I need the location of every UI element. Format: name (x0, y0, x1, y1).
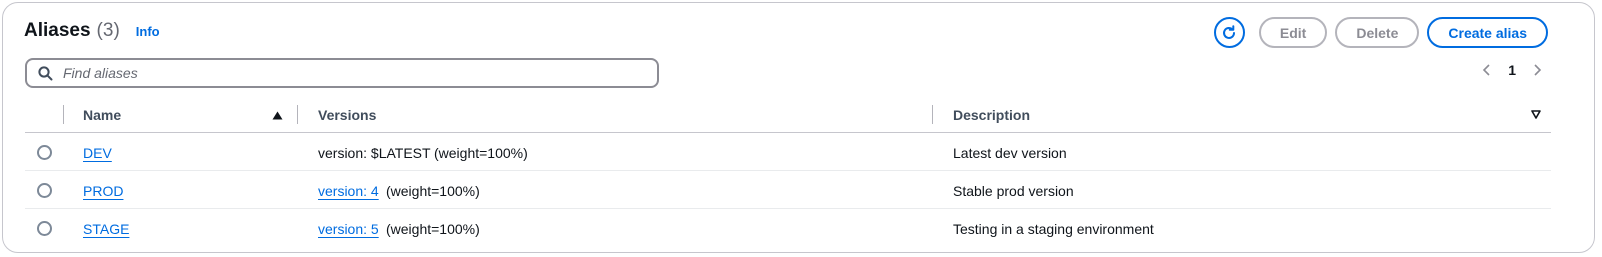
pagination: 1 (1482, 62, 1542, 78)
header-actions: Edit Delete Create alias (1213, 17, 1548, 48)
column-header-versions[interactable]: Versions (318, 107, 376, 123)
row-select-radio[interactable] (37, 221, 52, 236)
column-header-description[interactable]: Description (953, 107, 1030, 123)
refresh-icon (1223, 24, 1236, 39)
sort-toggle-icon[interactable] (1531, 110, 1541, 119)
alias-description: Stable prod version (953, 183, 1074, 199)
page-title: Aliases (24, 20, 91, 41)
alias-name-link[interactable]: PROD (83, 183, 123, 199)
create-alias-button[interactable]: Create alias (1427, 17, 1548, 48)
version-weight: (weight=100%) (386, 183, 480, 199)
table-header: Name Versions Description (25, 101, 1551, 133)
alias-name-link[interactable]: STAGE (83, 221, 129, 237)
search-icon (38, 65, 53, 80)
column-divider (63, 105, 64, 124)
column-header-name[interactable]: Name (83, 107, 121, 123)
panel-header: Aliases (3) Info (24, 20, 160, 42)
delete-button[interactable]: Delete (1335, 17, 1420, 48)
current-page-button[interactable]: 1 (1508, 62, 1516, 78)
version-weight: (weight=100%) (434, 145, 528, 161)
table-row: DEV version: $LATEST (weight=100%) Lates… (25, 133, 1551, 171)
alias-name-link[interactable]: DEV (83, 145, 112, 161)
table-row: PROD version: 4 (weight=100%) Stable pro… (25, 171, 1551, 209)
version-link[interactable]: version: 5 (318, 221, 379, 237)
row-select-radio[interactable] (37, 145, 52, 160)
column-divider (932, 105, 933, 124)
edit-button[interactable]: Edit (1258, 17, 1328, 48)
chevron-right-icon[interactable] (1532, 63, 1542, 77)
alias-description: Testing in a staging environment (953, 221, 1154, 237)
version-link[interactable]: version: 4 (318, 183, 379, 199)
search-input[interactable] (63, 65, 623, 81)
search-box (25, 58, 659, 88)
version-weight: (weight=100%) (386, 221, 480, 237)
table-row: STAGE version: 5 (weight=100%) Testing i… (25, 209, 1551, 247)
aliases-panel: Aliases (3) Info Edit Delete Create alia… (2, 2, 1595, 253)
info-link[interactable]: Info (136, 24, 160, 39)
sort-ascending-icon[interactable] (272, 111, 283, 120)
version-text: version: $LATEST (318, 145, 431, 161)
refresh-button[interactable] (1213, 17, 1245, 48)
alias-count: (3) (96, 20, 120, 41)
row-select-radio[interactable] (37, 183, 52, 198)
chevron-left-icon[interactable] (1482, 63, 1492, 77)
alias-description: Latest dev version (953, 145, 1067, 161)
column-divider (297, 105, 298, 124)
